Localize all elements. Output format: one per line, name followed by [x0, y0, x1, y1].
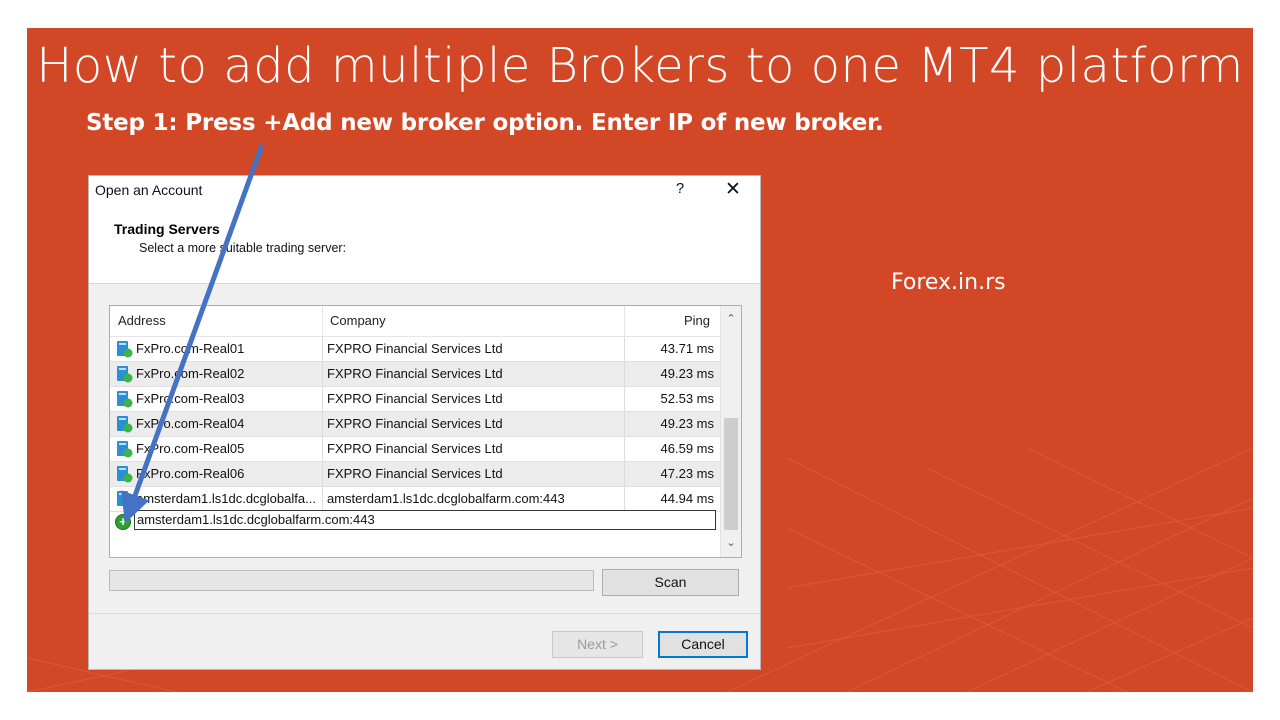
open-account-dialog: Open an Account ? ✕ Trading Servers Sele… [88, 175, 761, 670]
table-row[interactable]: FxPro.com-Real03 FXPRO Financial Service… [110, 387, 720, 412]
cell-company: FXPRO Financial Services Ltd [327, 391, 503, 406]
column-header-ping[interactable]: Ping [684, 306, 710, 336]
column-divider [322, 306, 323, 336]
server-icon [117, 466, 133, 483]
section-subtitle: Select a more suitable trading server: [139, 241, 347, 255]
cell-ping: 46.59 ms [660, 441, 714, 456]
cell-ping: 44.94 ms [660, 491, 714, 506]
vertical-scrollbar[interactable]: ⌃ ⌄ [720, 306, 741, 557]
cancel-button[interactable]: Cancel [658, 631, 748, 658]
cell-ping: 47.23 ms [660, 466, 714, 481]
cell-company: amsterdam1.ls1dc.dcglobalfarm.com:443 [327, 491, 565, 506]
cell-company: FXPRO Financial Services Ltd [327, 466, 503, 481]
column-header-company[interactable]: Company [330, 306, 386, 336]
cell-address: FxPro.com-Real01 [136, 341, 245, 356]
add-broker-icon[interactable]: + [115, 514, 131, 530]
help-button[interactable]: ? [672, 180, 688, 197]
cell-address: FxPro.com-Real02 [136, 366, 245, 381]
server-icon [117, 391, 133, 408]
add-broker-row[interactable]: + [110, 509, 720, 535]
dialog-header: Open an Account ? ✕ Trading Servers Sele… [89, 176, 760, 284]
server-icon [117, 441, 133, 458]
cell-ping: 43.71 ms [660, 341, 714, 356]
cell-company: FXPRO Financial Services Ltd [327, 416, 503, 431]
cell-company: FXPRO Financial Services Ltd [327, 341, 503, 356]
cell-company: FXPRO Financial Services Ltd [327, 366, 503, 381]
cell-ping: 49.23 ms [660, 366, 714, 381]
server-icon [117, 366, 133, 383]
column-header-address[interactable]: Address [118, 306, 166, 336]
scroll-up-icon[interactable]: ⌃ [721, 312, 741, 325]
footer-divider [89, 613, 760, 614]
server-list[interactable]: Address Company Ping FxPro.com-Real01 FX… [109, 305, 742, 558]
section-title: Trading Servers [114, 221, 220, 237]
scrollbar-thumb[interactable] [724, 418, 738, 530]
table-row[interactable]: FxPro.com-Real05 FXPRO Financial Service… [110, 437, 720, 462]
slide-title: How to add multiple Brokers to one MT4 p… [36, 38, 1244, 94]
server-icon [117, 416, 133, 433]
table-row[interactable]: FxPro.com-Real06 FXPRO Financial Service… [110, 462, 720, 487]
cell-address: FxPro.com-Real06 [136, 466, 245, 481]
column-divider [624, 306, 625, 336]
site-watermark: Forex.in.rs [891, 270, 1006, 295]
step-instruction: Step 1: Press +Add new broker option. En… [86, 110, 884, 136]
table-row[interactable]: FxPro.com-Real01 FXPRO Financial Service… [110, 337, 720, 362]
new-broker-input[interactable] [134, 510, 716, 530]
cell-address: amsterdam1.ls1dc.dcglobalfa... [136, 491, 316, 506]
scan-progress-bar [109, 570, 594, 591]
dialog-title: Open an Account [95, 182, 203, 198]
scroll-down-icon[interactable]: ⌄ [721, 536, 741, 549]
cell-address: FxPro.com-Real05 [136, 441, 245, 456]
list-header: Address Company Ping [110, 306, 720, 337]
cell-address: FxPro.com-Real04 [136, 416, 245, 431]
cell-address: FxPro.com-Real03 [136, 391, 245, 406]
cell-ping: 52.53 ms [660, 391, 714, 406]
cell-ping: 49.23 ms [660, 416, 714, 431]
cell-company: FXPRO Financial Services Ltd [327, 441, 503, 456]
scan-button[interactable]: Scan [602, 569, 739, 596]
next-button[interactable]: Next > [552, 631, 643, 658]
server-icon [117, 341, 133, 358]
table-row[interactable]: FxPro.com-Real02 FXPRO Financial Service… [110, 362, 720, 387]
slide: How to add multiple Brokers to one MT4 p… [27, 28, 1253, 692]
close-button[interactable]: ✕ [723, 178, 743, 201]
server-icon [117, 491, 128, 506]
table-row[interactable]: FxPro.com-Real04 FXPRO Financial Service… [110, 412, 720, 437]
